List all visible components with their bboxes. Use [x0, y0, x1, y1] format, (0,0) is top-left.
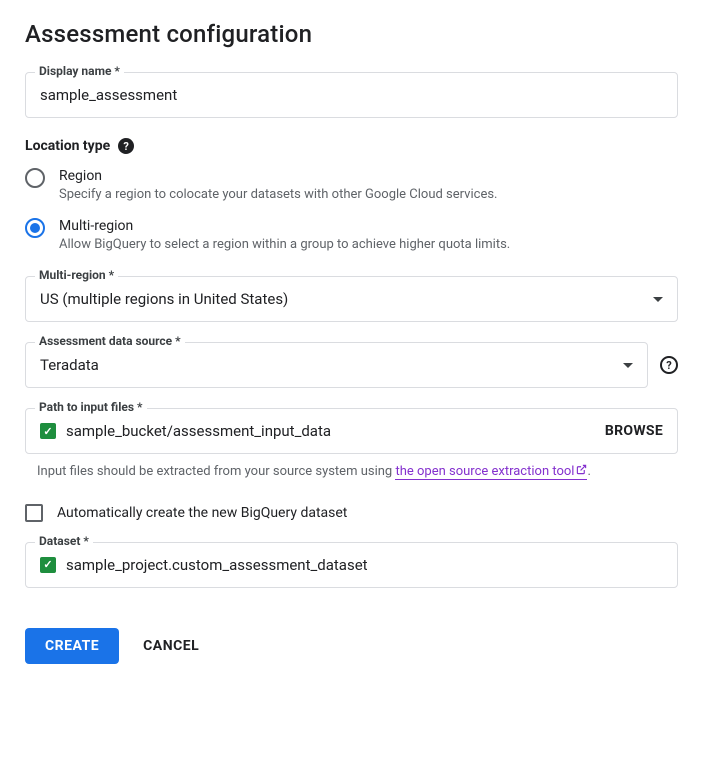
- location-type-header: Location type ?: [25, 138, 678, 154]
- help-icon[interactable]: ?: [660, 356, 678, 374]
- auto-create-checkbox[interactable]: [25, 504, 43, 522]
- multi-region-value: US (multiple regions in United States): [40, 290, 643, 308]
- auto-create-label: Automatically create the new BigQuery da…: [57, 505, 347, 521]
- auto-create-checkbox-row[interactable]: Automatically create the new BigQuery da…: [25, 504, 678, 522]
- dataset-field[interactable]: Dataset * ✓ sample_project.custom_assess…: [25, 542, 678, 588]
- display-name-field[interactable]: Display name * sample_assessment: [25, 72, 678, 118]
- radio-multiregion[interactable]: Multi-region Allow BigQuery to select a …: [25, 218, 678, 254]
- browse-button[interactable]: BROWSE: [605, 423, 663, 439]
- data-source-field[interactable]: Assessment data source * Teradata: [25, 342, 648, 388]
- extraction-tool-link[interactable]: the open source extraction tool: [395, 464, 587, 480]
- multi-region-field[interactable]: Multi-region * US (multiple regions in U…: [25, 276, 678, 322]
- data-source-label: Assessment data source *: [35, 334, 185, 348]
- location-type-label: Location type: [25, 138, 110, 154]
- radio-multiregion-title: Multi-region: [59, 218, 678, 234]
- check-icon: ✓: [40, 423, 56, 439]
- multi-region-label: Multi-region *: [35, 268, 118, 282]
- dataset-label: Dataset *: [35, 534, 93, 548]
- input-path-label: Path to input files *: [35, 400, 147, 414]
- input-path-helper: Input files should be extracted from you…: [37, 462, 678, 482]
- data-source-value: Teradata: [40, 356, 613, 374]
- help-icon[interactable]: ?: [118, 138, 134, 154]
- radio-region[interactable]: Region Specify a region to colocate your…: [25, 168, 678, 204]
- button-row: CREATE CANCEL: [25, 628, 678, 664]
- display-name-label: Display name *: [35, 64, 124, 78]
- radio-multiregion-desc: Allow BigQuery to select a region within…: [59, 236, 678, 254]
- page-title: Assessment configuration: [25, 20, 678, 48]
- radio-region-title: Region: [59, 168, 678, 184]
- cancel-button[interactable]: CANCEL: [143, 638, 199, 654]
- radio-region-desc: Specify a region to colocate your datase…: [59, 186, 678, 204]
- radio-multiregion-control[interactable]: [25, 218, 45, 238]
- create-button[interactable]: CREATE: [25, 628, 119, 664]
- radio-region-control[interactable]: [25, 168, 45, 188]
- input-path-value[interactable]: sample_bucket/assessment_input_data: [66, 422, 595, 440]
- external-link-icon: [576, 464, 587, 475]
- chevron-down-icon: [623, 363, 633, 368]
- dataset-value[interactable]: sample_project.custom_assessment_dataset: [66, 556, 663, 574]
- chevron-down-icon: [653, 297, 663, 302]
- input-path-field[interactable]: Path to input files * ✓ sample_bucket/as…: [25, 408, 678, 454]
- check-icon: ✓: [40, 557, 56, 573]
- display-name-value[interactable]: sample_assessment: [40, 86, 663, 104]
